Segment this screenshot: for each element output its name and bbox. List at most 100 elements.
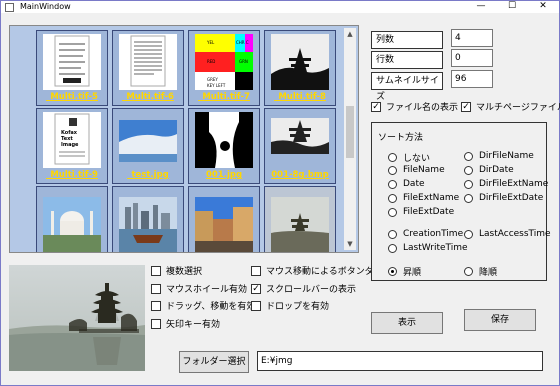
main-window: MainWindow — ☐ ✕ _Multi.tif-5 _Multi.tif… <box>0 0 560 386</box>
sort-none-option[interactable]: しない <box>388 151 430 164</box>
sort-fileextname-radio[interactable] <box>388 193 397 203</box>
thumbnail-tile[interactable]: 001.jpg <box>188 108 260 184</box>
show-scrollbar-option[interactable]: ✓ スクロールバーの表示 <box>251 282 356 295</box>
multipage-file-checkbox[interactable]: ✓ <box>461 101 471 112</box>
sort-descending-radio[interactable] <box>464 267 473 276</box>
mouse-move-down-checkbox[interactable] <box>251 265 261 276</box>
sort-lastwritetime-radio[interactable] <box>388 243 397 253</box>
close-button[interactable]: ✕ <box>528 1 558 13</box>
multi-select-option[interactable]: 複数選択 <box>151 264 202 277</box>
window-title: MainWindow <box>20 2 71 11</box>
drag-move-label: ドラッグ、移動を有効 <box>166 302 256 312</box>
show-button[interactable]: 表示 <box>371 312 443 334</box>
columns-input[interactable]: 4 <box>451 29 493 47</box>
sort-lastaccesstime-option[interactable]: LastAccessTime <box>464 229 551 239</box>
sort-descending-option[interactable]: 降順 <box>464 265 497 278</box>
thumb-text: KEY LEFT <box>207 83 226 88</box>
sort-dirdate-option[interactable]: DirDate <box>464 165 514 175</box>
multi-select-label: 複数選択 <box>166 267 203 277</box>
thumb-text: CHR C <box>236 40 249 45</box>
thumbnail-tile[interactable] <box>36 186 108 252</box>
mouse-wheel-label: マウスホイール有効 <box>166 285 248 295</box>
thumbnail-tile[interactable]: YEL CHR C RED GRN GREY KEY LEFT _Multi.t… <box>188 30 260 106</box>
drag-move-checkbox[interactable] <box>151 300 161 311</box>
multi-select-checkbox[interactable] <box>151 265 161 276</box>
sort-filename-option[interactable]: FileName <box>388 165 445 175</box>
sort-dirdate-radio[interactable] <box>464 165 473 175</box>
sort-option-label: DirFileExtName <box>479 179 549 189</box>
drop-option[interactable]: ドロップを有効 <box>251 299 329 312</box>
thumbnail-caption: _Multi.tif-8 <box>274 92 326 102</box>
show-filename-checkbox[interactable]: ✓ <box>371 101 381 112</box>
sort-option-label: しない <box>403 154 431 164</box>
thumb-text: RED <box>207 59 215 64</box>
scroll-thumb[interactable] <box>346 106 354 158</box>
sort-dirfileextname-option[interactable]: DirFileExtName <box>464 179 548 189</box>
rows-input[interactable]: 0 <box>451 49 493 67</box>
minimize-button[interactable]: — <box>466 1 496 13</box>
sort-dirfileextname-radio[interactable] <box>464 179 473 189</box>
sort-dirfileextdate-option[interactable]: DirFileExtDate <box>464 193 543 203</box>
thumbnail-image <box>271 112 329 168</box>
sort-option-label: FileExtName <box>403 193 460 203</box>
mouse-wheel-option[interactable]: マウスホイール有効 <box>151 282 247 295</box>
arrow-keys-option[interactable]: 矢印キー有効 <box>151 317 220 330</box>
sort-dirfilename-option[interactable]: DirFileName <box>464 151 534 161</box>
scroll-up-icon[interactable]: ▲ <box>344 28 356 40</box>
thumbnail-tile[interactable] <box>112 186 184 252</box>
sort-option-label: DirFileName <box>479 151 534 161</box>
thumbnail-image <box>119 197 177 252</box>
show-scrollbar-checkbox[interactable]: ✓ <box>251 283 261 294</box>
maximize-button[interactable]: ☐ <box>497 1 527 13</box>
multipage-file-option[interactable]: ✓ マルチページファイル <box>461 100 560 113</box>
app-icon <box>5 2 14 12</box>
thumbnail-caption: _test.jpg <box>127 170 169 180</box>
save-button[interactable]: 保存 <box>464 309 536 331</box>
thumb-size-input[interactable]: 96 <box>451 70 493 88</box>
show-filename-option[interactable]: ✓ ファイル名の表示 <box>371 100 458 113</box>
folder-path-input[interactable]: E:¥jmg <box>257 351 543 371</box>
arrow-keys-label: 矢印キー有効 <box>166 320 221 330</box>
sort-creationtime-option[interactable]: CreationTime <box>388 229 463 239</box>
thumb-text: GRN <box>239 59 248 64</box>
drop-checkbox[interactable] <box>251 300 261 311</box>
scroll-down-icon[interactable]: ▼ <box>344 238 356 250</box>
thumbnail-gallery[interactable]: _Multi.tif-5 _Multi.tif-6 YEL CHR C RED … <box>9 25 359 253</box>
drag-move-option[interactable]: ドラッグ、移動を有効 <box>151 299 255 312</box>
thumbnail-tile[interactable]: _Multi.tif-6 <box>112 30 184 106</box>
sort-option-label: FileExtDate <box>403 207 455 217</box>
thumbnail-tile[interactable]: _Multi.tif-5 <box>36 30 108 106</box>
sort-filename-radio[interactable] <box>388 165 397 175</box>
thumbnail-image <box>271 34 329 90</box>
sort-dirfileextdate-radio[interactable] <box>464 193 473 203</box>
gallery-scrollbar[interactable]: ▲ ▼ <box>344 28 356 250</box>
sort-dirfilename-radio[interactable] <box>464 151 473 161</box>
select-folder-button[interactable]: フォルダー選択 <box>179 351 249 373</box>
thumbnail-tile[interactable]: Kofax Text Image _Multi.tif-9 <box>36 108 108 184</box>
sort-lastwritetime-option[interactable]: LastWriteTime <box>388 243 468 253</box>
drop-label: ドロップを有効 <box>266 302 330 312</box>
sort-none-radio[interactable] <box>388 153 397 162</box>
sort-date-radio[interactable] <box>388 179 397 189</box>
sort-fileextdate-radio[interactable] <box>388 207 397 217</box>
sort-option-label: DirDate <box>479 165 514 175</box>
sort-fileextdate-option[interactable]: FileExtDate <box>388 207 454 217</box>
thumbnail-tile[interactable] <box>188 186 260 252</box>
thumbnail-tile[interactable]: 001-8g.bmp <box>264 108 336 184</box>
sort-lastaccesstime-radio[interactable] <box>464 229 473 239</box>
thumbnail-tile[interactable] <box>264 186 336 252</box>
thumbnail-image <box>119 112 177 168</box>
sort-ascending-radio[interactable] <box>388 267 397 276</box>
sort-fileextname-option[interactable]: FileExtName <box>388 193 459 203</box>
thumbnail-tile[interactable]: _test.jpg <box>112 108 184 184</box>
sort-group: ソート方法 しない FileName Date FileExtName File… <box>371 122 551 281</box>
sort-ascending-option[interactable]: 昇順 <box>388 265 421 278</box>
sort-descending-label: 降順 <box>479 268 498 278</box>
arrow-keys-checkbox[interactable] <box>151 318 161 329</box>
sort-date-option[interactable]: Date <box>388 179 425 189</box>
mouse-wheel-checkbox[interactable] <box>151 283 161 294</box>
sort-creationtime-radio[interactable] <box>388 229 397 239</box>
thumbnail-image <box>271 197 329 252</box>
thumbnail-image <box>195 197 253 252</box>
thumbnail-tile[interactable]: _Multi.tif-8 <box>264 30 336 106</box>
